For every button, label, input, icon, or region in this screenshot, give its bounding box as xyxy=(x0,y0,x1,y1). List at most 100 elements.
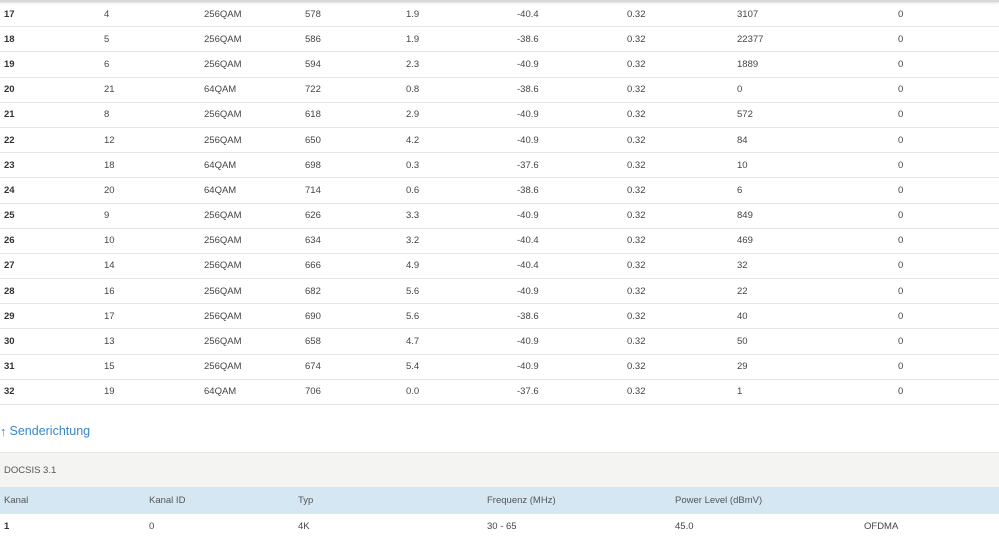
docsis-version-label: DOCSIS 3.1 xyxy=(4,465,57,476)
cell-channel-id: 17 xyxy=(104,303,204,330)
cell-channel-id: 16 xyxy=(104,278,204,305)
cell-corrected-errors: 1889 xyxy=(737,51,898,78)
cell-channel: 27 xyxy=(0,253,104,280)
cell-snr: 0.3 xyxy=(406,152,517,179)
header-frequenz: Frequenz (MHz) xyxy=(487,487,675,514)
docsis-version-bar: DOCSIS 3.1 xyxy=(0,452,999,488)
cell-frequency: 650 xyxy=(305,127,406,154)
cell-power-level: -38.6 xyxy=(517,177,627,204)
cell-typ: 4K xyxy=(298,521,310,532)
cell-channel: 23 xyxy=(0,152,104,179)
cell-modulation: 256QAM xyxy=(204,51,305,78)
cell-snr: 5.4 xyxy=(406,354,517,380)
upstream-header-row: Kanal Kanal ID Typ Frequenz (MHz) Power … xyxy=(0,487,999,514)
cell-channel-id: 6 xyxy=(104,51,204,78)
cell-channel-id: 4 xyxy=(104,2,204,28)
cell-corrected-errors: 29 xyxy=(737,354,898,380)
cell-power-level: -40.4 xyxy=(517,2,627,28)
cell-power-level: -37.6 xyxy=(517,379,627,406)
cell-frequency: 682 xyxy=(305,278,406,305)
cell-channel-id: 20 xyxy=(104,177,204,204)
cell-modulation: 256QAM xyxy=(204,278,305,305)
cell-frequency: 618 xyxy=(305,102,406,128)
cell-latency: 0.32 xyxy=(627,2,737,28)
cell-channel-id: 12 xyxy=(104,127,204,154)
cell-latency: 0.32 xyxy=(627,127,737,154)
cell-power-level: -38.6 xyxy=(517,303,627,330)
table-row: 20 21 64QAM 722 0.8 -38.6 0.32 0 0 xyxy=(0,77,999,103)
cell-uncorrectable-errors: 0 xyxy=(898,51,999,78)
cell-uncorrectable-errors: 0 xyxy=(898,354,999,380)
cell-snr: 0.0 xyxy=(406,379,517,406)
cell-latency: 0.32 xyxy=(627,152,737,179)
cell-snr: 4.9 xyxy=(406,253,517,280)
cell-modulation: 64QAM xyxy=(204,177,305,204)
cell-frequency: 666 xyxy=(305,253,406,280)
cell-frequency: 674 xyxy=(305,354,406,380)
cell-uncorrectable-errors: 0 xyxy=(898,177,999,204)
cell-corrected-errors: 22377 xyxy=(737,26,898,53)
cell-frequency: 586 xyxy=(305,26,406,53)
cell-power-level: -37.6 xyxy=(517,152,627,179)
cell-corrected-errors: 22 xyxy=(737,278,898,305)
cell-power-level: -40.9 xyxy=(517,51,627,78)
cell-power-level: -40.4 xyxy=(517,253,627,280)
table-row: 24 20 64QAM 714 0.6 -38.6 0.32 6 0 xyxy=(0,177,999,204)
table-row: 18 5 256QAM 586 1.9 -38.6 0.32 22377 0 xyxy=(0,26,999,53)
cell-uncorrectable-errors: 0 xyxy=(898,203,999,229)
cell-corrected-errors: 469 xyxy=(737,228,898,254)
cell-power-level: -40.9 xyxy=(517,203,627,229)
cell-uncorrectable-errors: 0 xyxy=(898,2,999,28)
table-row: 19 6 256QAM 594 2.3 -40.9 0.32 1889 0 xyxy=(0,51,999,78)
cell-power-level: -40.9 xyxy=(517,278,627,305)
cell-corrected-errors: 3107 xyxy=(737,2,898,28)
table-row: 30 13 256QAM 658 4.7 -40.9 0.32 50 0 xyxy=(0,328,999,355)
table-row: 22 12 256QAM 650 4.2 -40.9 0.32 84 0 xyxy=(0,127,999,154)
table-row: 25 9 256QAM 626 3.3 -40.9 0.32 849 0 xyxy=(0,203,999,229)
cell-uncorrectable-errors: 0 xyxy=(898,278,999,305)
cell-channel-id: 13 xyxy=(104,328,204,355)
cell-latency: 0.32 xyxy=(627,278,737,305)
table-row: 28 16 256QAM 682 5.6 -40.9 0.32 22 0 xyxy=(0,278,999,305)
cell-power-level: -40.9 xyxy=(517,354,627,380)
cell-power-level: -40.9 xyxy=(517,102,627,128)
table-row: 31 15 256QAM 674 5.4 -40.9 0.32 29 0 xyxy=(0,354,999,380)
cell-uncorrectable-errors: 0 xyxy=(898,303,999,330)
cell-snr: 4.7 xyxy=(406,328,517,355)
header-typ: Typ xyxy=(298,487,487,514)
cell-modulation: 64QAM xyxy=(204,379,305,406)
cell-uncorrectable-errors: 0 xyxy=(898,379,999,406)
cell-frequency: 626 xyxy=(305,203,406,229)
downstream-channel-table: 17 4 256QAM 578 1.9 -40.4 0.32 3107 0 18 5 256QAM 58… xyxy=(0,2,999,406)
cell-frequency: 714 xyxy=(305,177,406,204)
cell-corrected-errors: 50 xyxy=(737,328,898,355)
cell-frequency: 658 xyxy=(305,328,406,355)
cell-channel: 28 xyxy=(0,278,104,305)
cell-channel: 25 xyxy=(0,203,104,229)
cell-channel-id: 15 xyxy=(104,354,204,380)
cell-latency: 0.32 xyxy=(627,77,737,103)
cell-mode: OFDMA xyxy=(864,521,899,532)
cell-corrected-errors: 1 xyxy=(737,379,898,406)
cell-latency: 0.32 xyxy=(627,379,737,406)
arrow-up-icon: ↑ xyxy=(0,423,7,439)
header-blank xyxy=(864,487,999,514)
cell-channel: 17 xyxy=(0,2,104,28)
cell-modulation: 64QAM xyxy=(204,77,305,103)
cell-power-level: 45.0 xyxy=(675,521,694,532)
cell-power-level: -40.4 xyxy=(517,228,627,254)
cell-modulation: 64QAM xyxy=(204,152,305,179)
cell-modulation: 256QAM xyxy=(204,228,305,254)
cell-latency: 0.32 xyxy=(627,303,737,330)
cell-snr: 0.6 xyxy=(406,177,517,204)
cell-snr: 2.3 xyxy=(406,51,517,78)
cell-snr: 5.6 xyxy=(406,278,517,305)
cell-modulation: 256QAM xyxy=(204,26,305,53)
cell-snr: 2.9 xyxy=(406,102,517,128)
cell-latency: 0.32 xyxy=(627,354,737,380)
cell-uncorrectable-errors: 0 xyxy=(898,77,999,103)
cell-corrected-errors: 10 xyxy=(737,152,898,179)
cell-modulation: 256QAM xyxy=(204,303,305,330)
cell-channel: 29 xyxy=(0,303,104,330)
upstream-section-link[interactable]: ↑ Senderichtung xyxy=(0,424,90,438)
